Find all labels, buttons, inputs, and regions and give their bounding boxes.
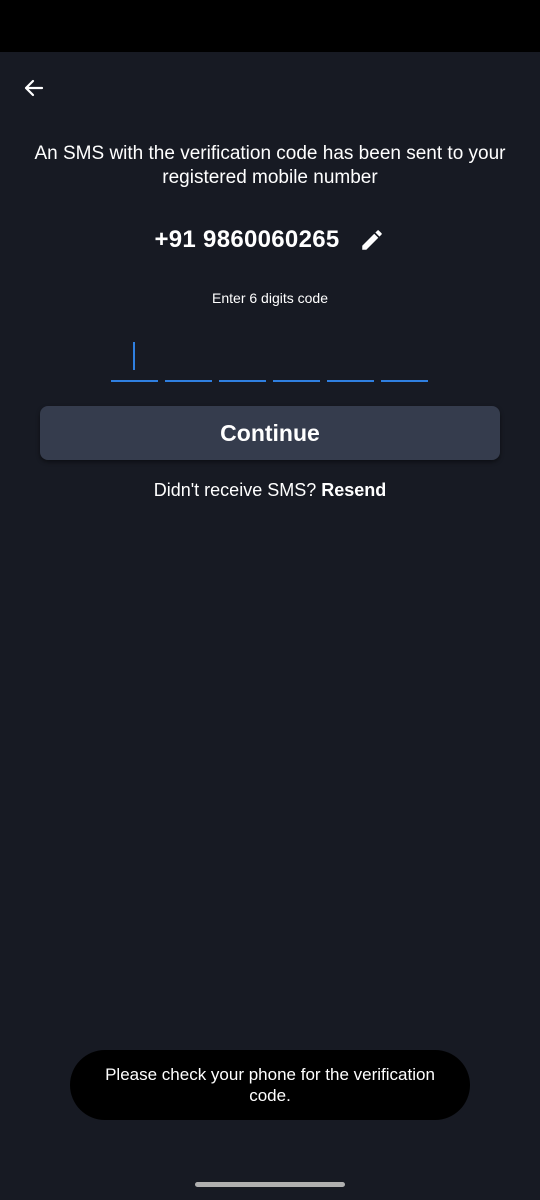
continue-button[interactable]: Continue [40,406,500,460]
edit-phone-button[interactable] [358,226,386,254]
verification-message: An SMS with the verification code has be… [34,143,506,188]
text-cursor [133,342,135,370]
resend-row: Didn't receive SMS? Resend [0,480,540,501]
code-digit-4[interactable] [273,338,320,382]
resend-link[interactable]: Resend [321,480,386,500]
phone-row: +91 9860060265 [0,224,540,256]
code-digit-3[interactable] [219,338,266,382]
status-bar [0,0,540,52]
resend-prompt: Didn't receive SMS? [153,480,317,500]
navigation-bar [0,1170,540,1200]
code-digit-6[interactable] [381,338,428,382]
phone-number: +91 9860060265 [154,226,340,253]
toast-message: Please check your phone for the verifica… [105,1065,435,1105]
arrow-left-icon [24,79,44,97]
code-digit-2[interactable] [165,338,212,382]
back-button[interactable] [14,72,54,104]
code-digit-5[interactable] [327,338,374,382]
verification-screen: An SMS with the verification code has be… [0,52,540,1170]
code-label: Enter 6 digits code [212,290,328,306]
pencil-icon [361,230,382,250]
code-input-group [111,338,431,382]
toast: Please check your phone for the verifica… [70,1050,470,1120]
home-indicator[interactable] [195,1182,345,1187]
